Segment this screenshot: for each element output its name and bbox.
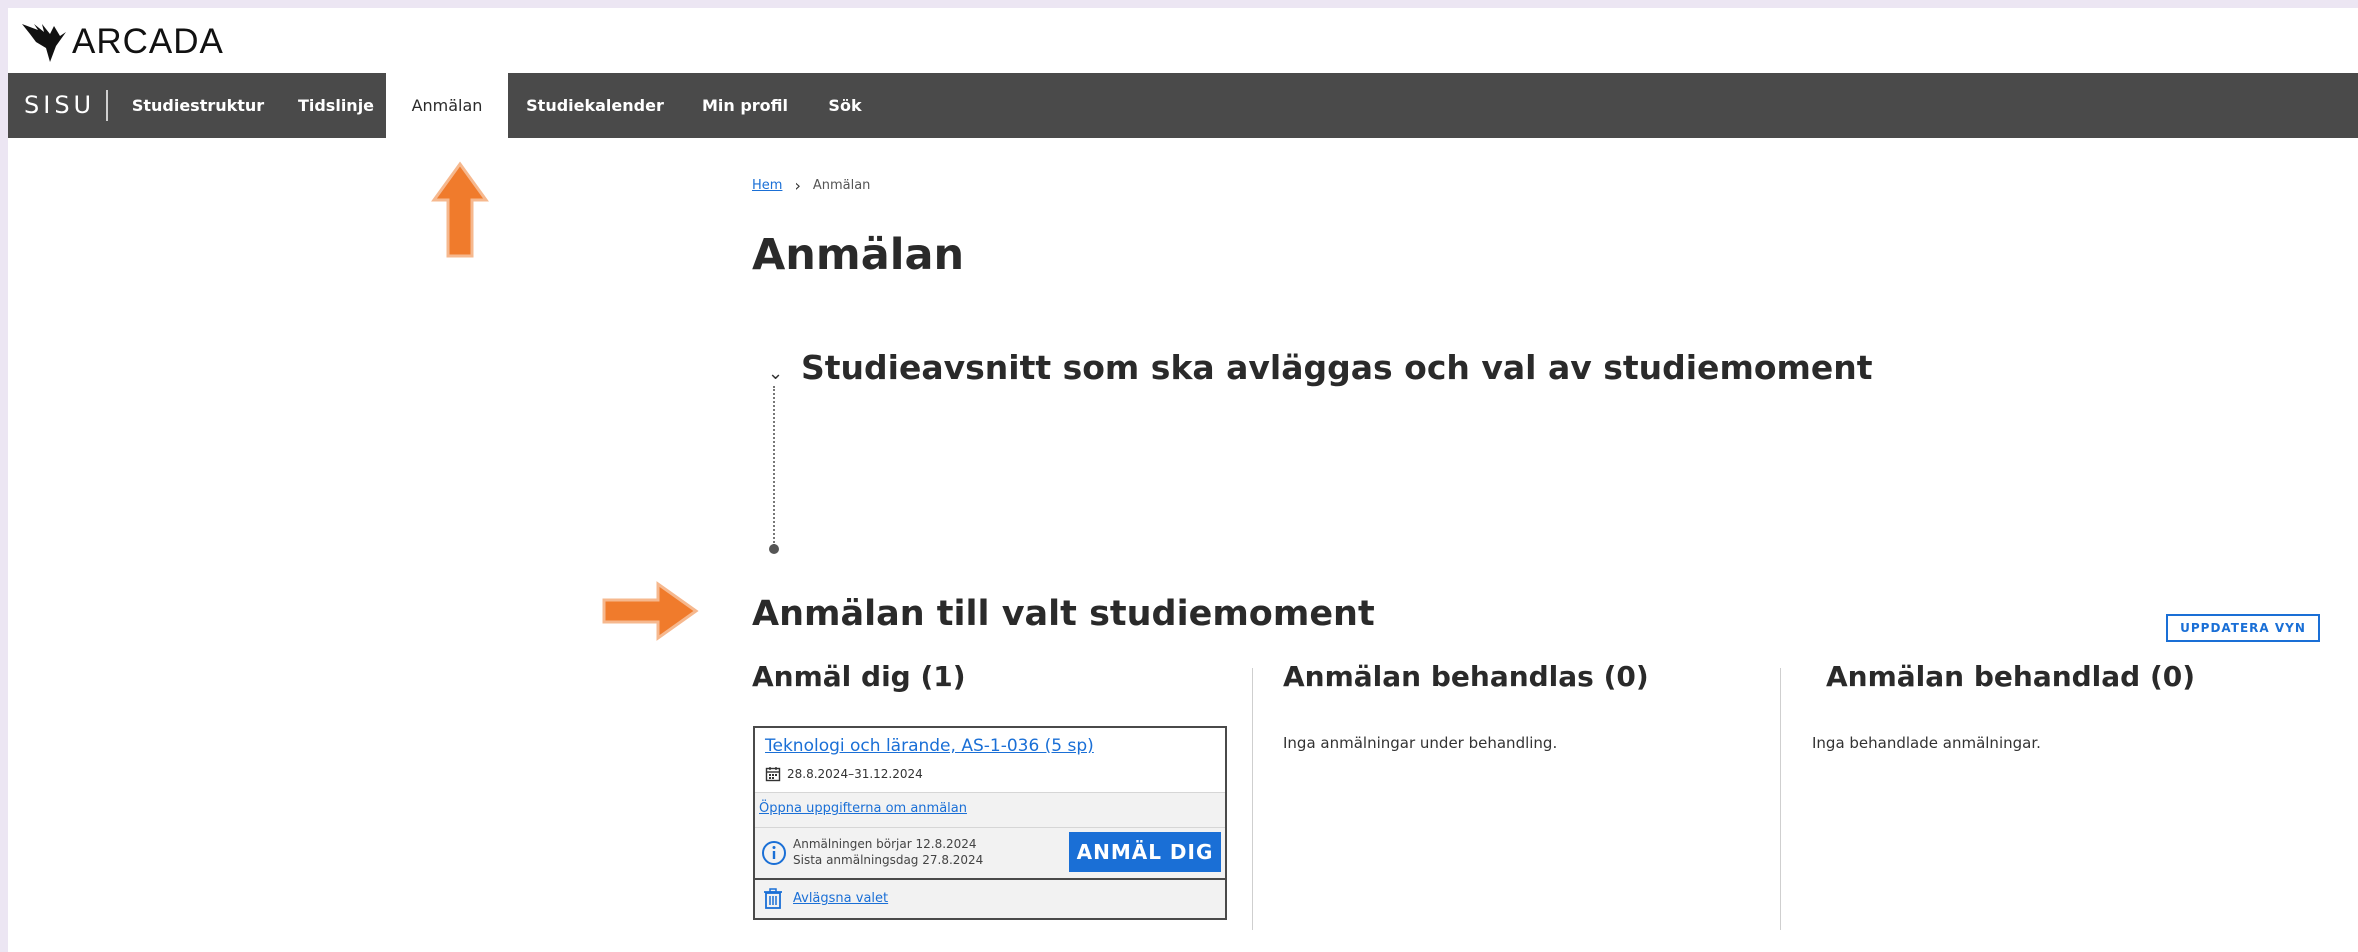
arcada-logo[interactable]: ARCADA	[20, 20, 224, 64]
nav-divider	[106, 90, 108, 121]
column-title-processing: Anmälan behandlas (0)	[1283, 660, 1649, 693]
registration-title: Anmälan till valt studiemoment	[752, 594, 1375, 634]
remove-row: Avlägsna valet	[755, 880, 1225, 918]
breadcrumb-home-link[interactable]: Hem	[752, 178, 782, 193]
page-title: Anmälan	[752, 230, 965, 280]
column-divider	[1780, 668, 1781, 930]
course-card: Teknologi och lärande, AS-1-036 (5 sp) 2…	[753, 726, 1227, 920]
trash-icon[interactable]	[763, 888, 783, 910]
registration-start: Anmälningen börjar 12.8.2024	[793, 837, 977, 851]
app-name[interactable]: SISU	[24, 73, 95, 138]
remove-selection-link[interactable]: Avlägsna valet	[793, 891, 888, 906]
empty-processing-text: Inga anmälningar under behandling.	[1283, 734, 1558, 752]
timeline-line	[773, 386, 775, 546]
nav-item-studiekalender[interactable]: Studiekalender	[522, 73, 668, 138]
date-range: 28.8.2024–31.12.2024	[787, 767, 923, 781]
calendar-icon	[765, 767, 781, 782]
column-title-register: Anmäl dig (1)	[752, 660, 966, 693]
section-title: Studieavsnitt som ska avläggas och val a…	[801, 348, 1873, 387]
open-details-row: Öppna uppgifterna om anmälan	[755, 792, 1225, 828]
breadcrumb: Hem › Anmälan	[752, 176, 870, 195]
nav-item-min-profil[interactable]: Min profil	[692, 73, 798, 138]
up-arrow-annotation-icon	[431, 161, 489, 258]
open-details-link[interactable]: Öppna uppgifterna om anmälan	[759, 801, 967, 816]
refresh-view-button[interactable]: UPPDATERA VYN	[2166, 614, 2320, 642]
date-row: 28.8.2024–31.12.2024	[765, 766, 923, 782]
chevron-right-icon: ›	[794, 176, 801, 195]
column-divider	[1252, 668, 1253, 930]
nav-item-studiestruktur[interactable]: Studiestruktur	[122, 73, 274, 138]
bird-logo-icon	[22, 24, 66, 62]
right-arrow-annotation-icon	[602, 581, 699, 641]
breadcrumb-current: Anmälan	[812, 178, 871, 193]
timeline-dot	[769, 544, 779, 554]
column-title-processed: Anmälan behandlad (0)	[1826, 660, 2196, 693]
nav-item-tidslinje[interactable]: Tidslinje	[286, 73, 386, 138]
register-button[interactable]: ANMÄL DIG	[1069, 832, 1221, 872]
info-icon	[762, 841, 786, 865]
logo-text: ARCADA	[72, 22, 224, 61]
empty-processed-text: Inga behandlade anmälningar.	[1812, 734, 2041, 752]
logo-bar: ARCADA	[8, 8, 2358, 73]
chevron-down-icon[interactable]: ⌄	[768, 363, 783, 384]
page: ARCADA SISU Studiestruktur Tidslinje Anm…	[8, 8, 2358, 952]
info-row: Anmälningen börjar 12.8.2024 Sista anmäl…	[755, 828, 1225, 880]
registration-deadline: Sista anmälningsdag 27.8.2024	[793, 853, 984, 867]
course-link[interactable]: Teknologi och lärande, AS-1-036 (5 sp)	[765, 736, 1094, 756]
main-nav: SISU Studiestruktur Tidslinje Anmälan St…	[8, 73, 2358, 138]
nav-item-anmalan[interactable]: Anmälan	[386, 73, 508, 138]
info-text: Anmälningen börjar 12.8.2024 Sista anmäl…	[793, 836, 983, 868]
nav-item-sok[interactable]: Sök	[818, 73, 872, 138]
